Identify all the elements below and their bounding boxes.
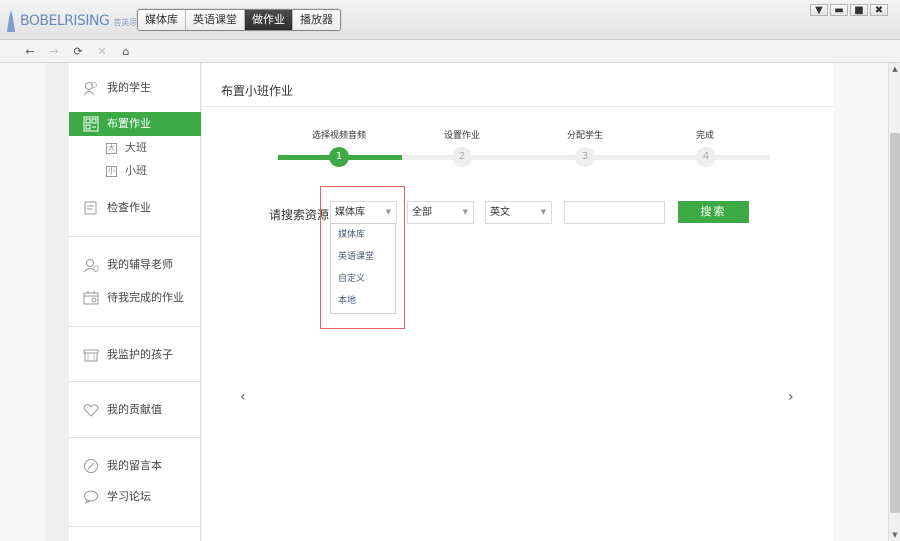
step-dot-3: 3 [575, 147, 595, 167]
scroll-thumb[interactable] [890, 133, 900, 513]
main-panel: 布置小班作业 选择视频音频 设置作业 分配学生 完成 1 2 3 4 请搜索资源… [202, 63, 834, 541]
sidebar-item-check-homework[interactable]: 检查作业 [69, 196, 201, 220]
sidebar-item-my-students[interactable]: 我的学生 [69, 76, 201, 100]
page-title: 布置小班作业 [221, 84, 294, 98]
scope-select-value: 全部 [412, 207, 432, 218]
step-dot-2: 2 [452, 147, 472, 167]
next-arrow-icon[interactable]: › [788, 389, 794, 405]
sidebar-divider [69, 236, 201, 237]
small-class-icon: 小 [106, 166, 117, 177]
sidebar-item-label: 我的留言本 [107, 459, 162, 472]
step-label-2: 设置作业 [443, 131, 480, 141]
sidebar-item-assign-homework[interactable]: 布置作业 [69, 112, 201, 136]
step-dot-1: 1 [329, 147, 349, 167]
teacher-icon [83, 257, 99, 273]
sidebar-item-guestbook[interactable]: 我的留言本 [69, 454, 201, 478]
chevron-down-icon: ▼ [540, 208, 546, 216]
sidebar-item-label: 学习论坛 [107, 490, 151, 503]
pencil-icon [83, 458, 99, 474]
sidebar-item-my-tutor[interactable]: 我的辅导老师 [69, 253, 201, 277]
sidebar-subitem-small-class[interactable]: 小 小班 [69, 161, 201, 181]
step-dot-4: 4 [696, 147, 716, 167]
right-gutter [834, 63, 888, 541]
search-button[interactable]: 搜索 [678, 201, 749, 223]
nav-tab-media-library[interactable]: 媒体库 [138, 10, 186, 30]
scope-select[interactable]: 全部 ▼ [407, 201, 474, 224]
shop-icon [83, 347, 99, 363]
sidebar-item-label: 布置作业 [107, 117, 151, 130]
scroll-down-icon[interactable]: ▼ [889, 529, 900, 541]
calendar-icon [83, 290, 99, 306]
nav-tab-player[interactable]: 播放器 [293, 10, 340, 30]
sidebar-item-label: 我的辅导老师 [107, 258, 173, 271]
sidebar-item-my-children[interactable]: 我监护的孩子 [69, 343, 201, 367]
step-label-1: 选择视频音频 [311, 131, 366, 141]
back-icon[interactable]: ← [18, 45, 42, 58]
main-nav: 媒体库 英语课堂 做作业 播放器 [137, 9, 341, 31]
heart-icon [83, 402, 99, 418]
home-icon[interactable]: ⌂ [114, 45, 138, 58]
sidebar-item-label: 待我完成的作业 [107, 291, 184, 304]
keyword-input[interactable] [564, 201, 665, 224]
sidebar-subitem-label: 大班 [125, 141, 147, 154]
sidebar-divider [69, 437, 201, 438]
sidebar-subitem-large-class[interactable]: 大 大班 [69, 138, 201, 158]
browser-toolbar: ← → ⟳ ✕ ⌂ [0, 41, 900, 63]
grid-icon [83, 116, 99, 132]
sidebar-item-forum[interactable]: 学习论坛 [69, 485, 201, 509]
sidebar-subitem-label: 小班 [125, 164, 147, 177]
step-label-4: 完成 [695, 131, 714, 141]
people-icon [83, 80, 99, 96]
sidebar-divider [69, 526, 201, 527]
stop-icon[interactable]: ✕ [90, 45, 114, 58]
forward-icon[interactable]: → [42, 45, 66, 58]
sidebar-item-my-pending-homework[interactable]: 待我完成的作业 [69, 286, 201, 310]
large-class-icon: 大 [106, 143, 117, 154]
refresh-icon[interactable]: ⟳ [66, 45, 90, 58]
language-select[interactable]: 英文 ▼ [485, 201, 552, 224]
title-bar: BOBELRISING 菩英思益 [体验] 媒体库 英语课堂 做作业 播放器 ▼… [0, 0, 900, 40]
scroll-up-icon[interactable]: ▲ [889, 63, 900, 75]
window-controls: ▼ ▬ ■ ✖ [808, 4, 888, 16]
chat-icon [83, 489, 99, 505]
maximize-button[interactable]: ■ [850, 4, 868, 16]
chevron-down-icon: ▼ [462, 208, 468, 216]
sidebar: 我的学生 布置作业 大 大班 小 小班 检查作业 我的辅导老师 待我完成的作业 [69, 63, 201, 541]
nav-tab-homework[interactable]: 做作业 [245, 10, 293, 30]
sidebar-divider [69, 381, 201, 382]
menu-button[interactable]: ▼ [810, 4, 828, 16]
highlight-annotation-box [320, 186, 405, 329]
sidebar-divider [69, 326, 201, 327]
left-gutter [0, 63, 45, 541]
logo-text: BOBELRISING [20, 13, 110, 29]
tower-icon [6, 10, 16, 32]
step-label-3: 分配学生 [566, 131, 603, 141]
title-divider [202, 106, 834, 107]
sidebar-item-my-contribution[interactable]: 我的贡献值 [69, 398, 201, 422]
sidebar-item-label: 我监护的孩子 [107, 348, 173, 361]
minimize-button[interactable]: ▬ [830, 4, 848, 16]
close-button[interactable]: ✖ [870, 4, 888, 16]
sidebar-item-label: 我的学生 [107, 81, 151, 94]
nav-tab-english-class[interactable]: 英语课堂 [186, 10, 245, 30]
prev-arrow-icon[interactable]: ‹ [240, 389, 246, 405]
vertical-scrollbar[interactable]: ▲ ▼ [888, 63, 900, 541]
check-doc-icon [83, 200, 99, 216]
sidebar-item-label: 我的贡献值 [107, 403, 162, 416]
language-select-value: 英文 [490, 207, 510, 218]
sidebar-item-label: 检查作业 [107, 201, 151, 214]
